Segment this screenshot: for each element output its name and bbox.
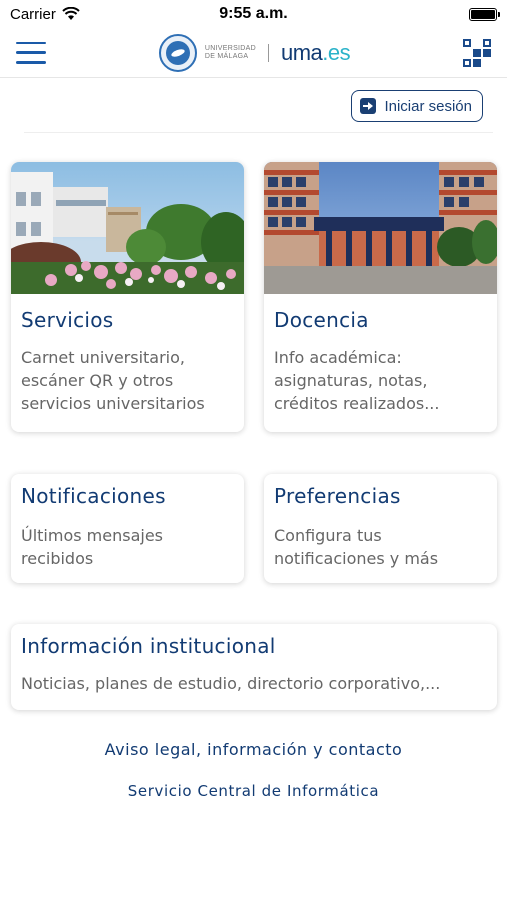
brand-separator [268, 43, 269, 62]
battery-icon [469, 7, 500, 21]
wifi-icon [62, 7, 80, 20]
divider [24, 132, 493, 133]
university-name: UNIVERSIDAD DE MÁLAGA [205, 45, 256, 61]
uma-logo-main: uma [281, 39, 323, 65]
card-notificaciones-description: Últimos mensajes recibidos [21, 526, 164, 568]
card-docencia[interactable]: Docencia Info académica: asignaturas, no… [264, 162, 497, 432]
university-seal-icon [158, 33, 197, 72]
status-bar: Carrier 9:55 a.m. [0, 0, 507, 28]
carrier-label: Carrier [10, 5, 56, 23]
card-servicios[interactable]: Servicios Carnet universitario, escáner … [11, 162, 244, 432]
battery-level [471, 9, 495, 19]
card-notificaciones[interactable]: Notificaciones Últimos mensajes recibido… [11, 474, 244, 583]
card-preferencias-description: Configura tus notificaciones y más [274, 526, 439, 568]
card-informacion-title: Información institucional [21, 634, 276, 658]
servicios-photo [11, 162, 244, 294]
docencia-photo [264, 162, 497, 294]
card-docencia-description: Info académica: asignaturas, notas, créd… [274, 348, 440, 413]
uma-logo: uma.es [281, 39, 351, 66]
hamburger-menu-icon[interactable] [16, 41, 46, 64]
card-docencia-title: Docencia [274, 308, 369, 332]
card-preferencias[interactable]: Preferencias Configura tus notificacione… [264, 474, 497, 583]
card-servicios-title: Servicios [21, 308, 114, 332]
brand-logo: UNIVERSIDAD DE MÁLAGA uma.es [158, 33, 351, 72]
card-informacion-description: Noticias, planes de estudio, directorio … [21, 674, 441, 693]
login-button[interactable]: Iniciar sesión [351, 90, 483, 122]
university-name-line1: UNIVERSIDAD [204, 44, 256, 52]
uma-logo-suffix: .es [322, 39, 351, 65]
qr-code-icon[interactable] [463, 38, 491, 67]
status-left: Carrier [10, 6, 80, 23]
card-preferencias-title: Preferencias [274, 484, 401, 508]
login-button-label: Iniciar sesión [384, 97, 472, 115]
app-header: UNIVERSIDAD DE MÁLAGA uma.es [0, 28, 507, 78]
card-servicios-description: Carnet universitario, escáner QR y otros… [21, 348, 205, 413]
central-it-service-link[interactable]: Servicio Central de Informática [0, 782, 507, 800]
card-notificaciones-title: Notificaciones [21, 484, 166, 508]
university-name-line2: DE MÁLAGA [204, 52, 249, 60]
login-icon [360, 98, 377, 114]
legal-info-link[interactable]: Aviso legal, información y contacto [0, 740, 507, 759]
card-informacion-institucional[interactable]: Información institucional Noticias, plan… [11, 624, 497, 710]
